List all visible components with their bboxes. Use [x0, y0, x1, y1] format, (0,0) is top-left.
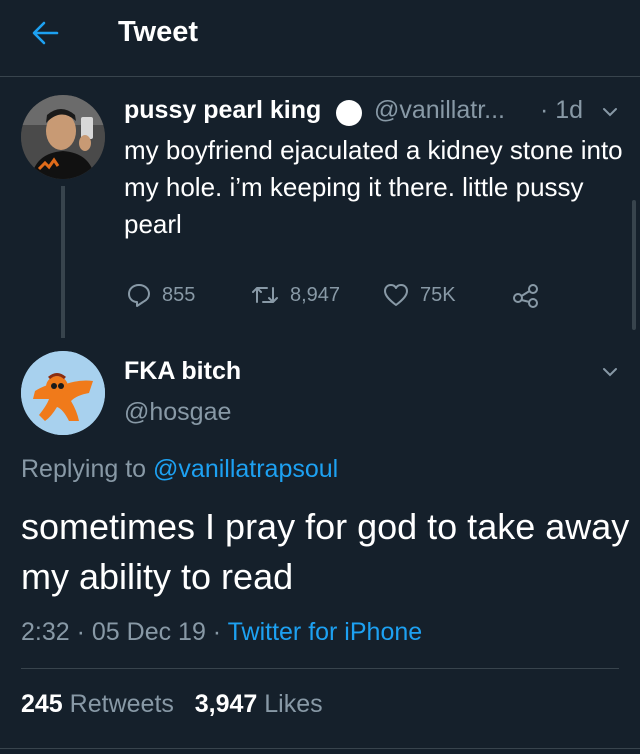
reply-count: 855 — [162, 283, 196, 306]
likes-stat[interactable]: 3,947 Likes — [195, 690, 323, 718]
meta-separator: · — [205, 618, 228, 646]
meta-separator: · — [69, 618, 92, 646]
scrollbar[interactable] — [632, 200, 636, 330]
engagement-stats: 245 Retweets 3,947 Likes — [21, 690, 323, 719]
author-handle[interactable]: @hosgae — [124, 398, 231, 427]
chevron-down-icon[interactable] — [600, 362, 620, 382]
like-count: 3,947 — [194, 690, 258, 718]
tweet-source-link[interactable]: Twitter for iPhone — [228, 618, 423, 646]
tweet-time[interactable]: · 1d — [540, 96, 583, 125]
like-button[interactable]: 75K — [382, 282, 456, 308]
chevron-down-icon[interactable] — [600, 102, 620, 122]
heart-icon — [384, 284, 408, 306]
retweets-stat[interactable]: 245 Retweets — [21, 690, 174, 718]
author-display-name[interactable]: FKA bitch — [124, 357, 241, 386]
tweet-text: sometimes I pray for god to take away my… — [21, 506, 630, 597]
avatar[interactable] — [21, 95, 105, 179]
retweet-button[interactable]: 8,947 — [250, 282, 340, 308]
replying-to: Replying to @vanillatrapsoul — [21, 455, 338, 484]
author-handle[interactable]: @vanillatr... — [374, 96, 505, 125]
reply-button[interactable]: 855 — [126, 282, 195, 308]
like-count: 75K — [420, 283, 456, 306]
retweet-label: Retweets — [69, 690, 174, 718]
tweet-date: 05 Dec 19 — [91, 618, 206, 646]
back-arrow-icon[interactable] — [30, 18, 60, 48]
tweet-time: 2:32 — [21, 618, 70, 646]
page-title: Tweet — [118, 16, 199, 48]
tweet-metadata: 2:32 · 05 Dec 19 · Twitter for iPhone — [21, 618, 422, 647]
tweet-text: my boyfriend ejaculated a kidney stone i… — [124, 135, 623, 239]
replying-to-link[interactable]: @vanillatrapsoul — [153, 455, 338, 483]
emoji-icon — [336, 100, 362, 126]
share-icon — [513, 284, 538, 308]
author-display-name[interactable]: pussy pearl king — [124, 96, 321, 125]
like-label: Likes — [264, 690, 323, 718]
retweet-icon — [252, 287, 278, 303]
header-bar — [0, 0, 640, 77]
reply-icon — [128, 284, 150, 307]
divider — [0, 748, 640, 749]
thread-line — [61, 186, 65, 338]
avatar[interactable] — [21, 351, 105, 435]
share-button[interactable] — [512, 282, 550, 308]
divider — [21, 668, 619, 669]
retweet-count: 8,947 — [290, 283, 341, 306]
replying-to-label: Replying to — [21, 455, 147, 483]
retweet-count: 245 — [21, 690, 63, 718]
